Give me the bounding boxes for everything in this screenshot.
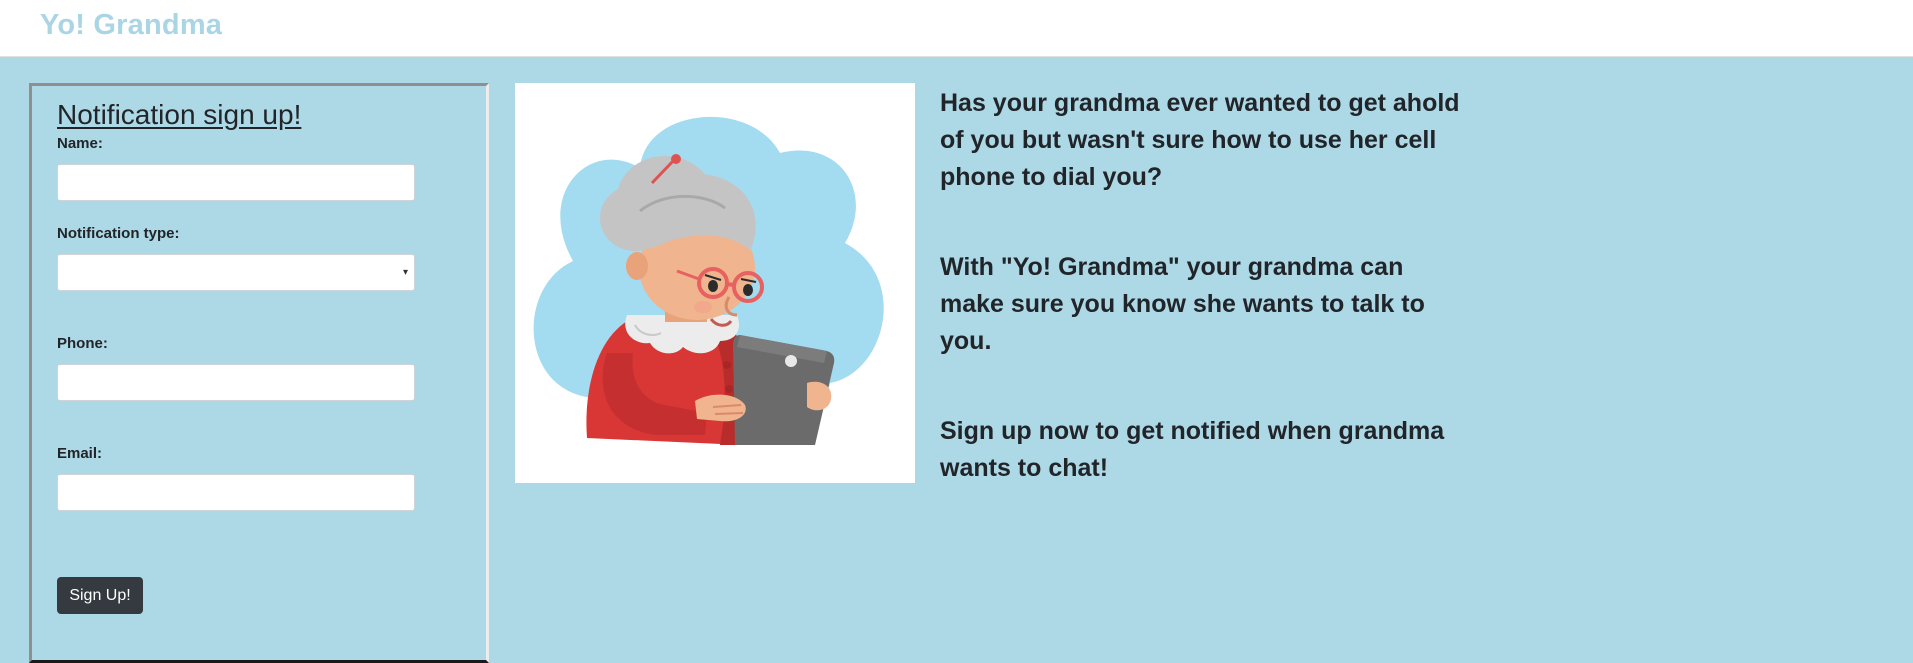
grandma-with-tablet-image <box>515 83 915 483</box>
intro-paragraph: With "Yo! Grandma" your grandma can make… <box>940 253 1425 355</box>
signup-card: Notification sign up! Name: Notification… <box>29 83 489 663</box>
email-input[interactable] <box>57 474 415 511</box>
brand-logo[interactable]: Yo! Grandma <box>40 9 222 42</box>
signup-button[interactable]: Sign Up! <box>57 577 143 614</box>
name-input[interactable] <box>57 164 415 201</box>
email-label: Email: <box>57 445 103 462</box>
top-navbar: Yo! Grandma <box>0 0 1913 57</box>
phone-label: Phone: <box>57 335 108 352</box>
grandma-illustration <box>515 83 915 483</box>
notification-type-select[interactable]: ▾ <box>57 254 415 291</box>
chevron-down-icon: ▾ <box>402 267 408 278</box>
signup-title: Notification sign up! <box>57 99 302 130</box>
intro-paragraph: Has your grandma ever wanted to get ahol… <box>940 89 1460 191</box>
intro-paragraph: Sign up now to get notified when grandma… <box>940 417 1445 482</box>
notification-type-label: Notification type: <box>57 225 180 242</box>
phone-input[interactable] <box>57 364 415 401</box>
intro-copy: Has your grandma ever wanted to get ahol… <box>940 85 1460 540</box>
name-label: Name: <box>57 135 103 152</box>
